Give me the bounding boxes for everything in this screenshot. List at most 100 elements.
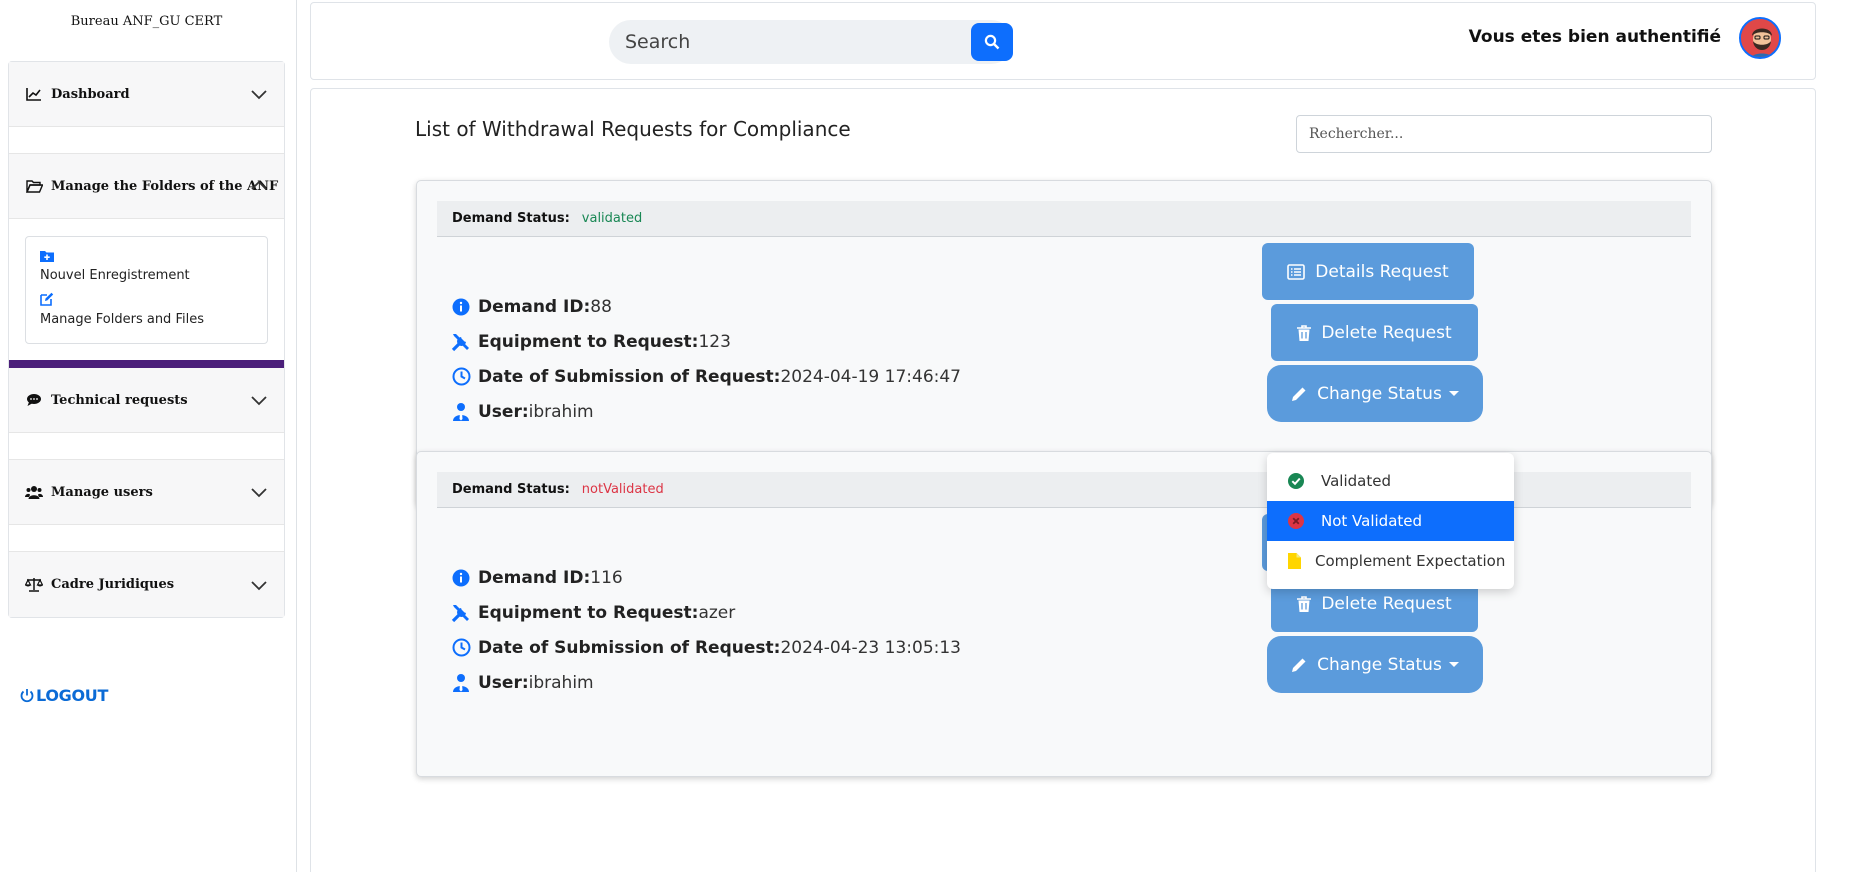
request-card: Demand Status: notValidated Demand ID: 11… <box>416 451 1712 777</box>
request-info: Demand ID: 88 Equipment to Request: 123 Da… <box>451 289 961 429</box>
field-value: 2024-04-23 13:05:13 <box>780 637 961 658</box>
section-divider-bar <box>9 360 284 368</box>
caret-down-icon <box>1448 391 1459 396</box>
field-label: User: <box>478 401 529 422</box>
info-icon <box>451 297 471 317</box>
info-row-date: Date of Submission of Request: 2024-04-23… <box>451 630 961 665</box>
field-label: User: <box>478 672 529 693</box>
info-row-user: User: ibrahim <box>451 394 961 429</box>
sidebar-accordion: Dashboard Manage the Folders of the ANF … <box>8 61 285 618</box>
details-request-button[interactable]: Details Request <box>1262 243 1474 300</box>
sidebar-item-manage-users[interactable]: Manage users <box>9 460 284 525</box>
users-icon <box>25 484 43 500</box>
field-label: Equipment to Request: <box>478 331 699 352</box>
folders-submenu-panel: Nouvel Enregistrement Manage Folders and… <box>9 219 284 360</box>
submenu-item-manage-folders[interactable]: Manage Folders and Files <box>40 291 253 327</box>
chart-line-icon <box>25 86 43 102</box>
x-circle-icon <box>1287 512 1305 530</box>
chevron-down-icon <box>251 396 267 406</box>
field-value: 88 <box>590 296 612 317</box>
search-button[interactable] <box>971 23 1013 61</box>
change-status-button[interactable]: Change Status <box>1267 636 1483 693</box>
submenu-item-new-record[interactable]: Nouvel Enregistrement <box>40 247 253 283</box>
chevron-up-icon <box>251 180 267 190</box>
info-row-id: Demand ID: 116 <box>451 560 961 595</box>
avatar[interactable] <box>1739 17 1781 59</box>
comments-icon <box>25 392 43 408</box>
field-value: azer <box>698 602 736 623</box>
button-label: Delete Request <box>1321 593 1452 614</box>
caret-down-icon <box>1448 662 1459 667</box>
logout-label: LOGOUT <box>36 686 109 705</box>
info-icon <box>451 568 471 588</box>
field-label: Demand ID: <box>478 567 591 588</box>
field-value: 123 <box>698 331 731 352</box>
top-bar: Vous etes bien authentifié <box>310 2 1816 80</box>
folders-submenu: Nouvel Enregistrement Manage Folders and… <box>25 236 268 344</box>
field-label: Date of Submission of Request: <box>478 637 781 658</box>
filter-input[interactable] <box>1296 115 1712 153</box>
file-icon <box>1285 552 1303 570</box>
user-tie-icon <box>451 402 471 422</box>
auth-status-text: Vous etes bien authentifié <box>1468 27 1721 47</box>
button-label: Delete Request <box>1321 322 1452 343</box>
folder-plus-icon <box>40 247 54 262</box>
field-value: 2024-04-19 17:46:47 <box>780 366 961 387</box>
page-title: List of Withdrawal Requests for Complian… <box>415 117 851 141</box>
sidebar-item-label: Technical requests <box>51 392 188 408</box>
info-row-date: Date of Submission of Request: 2024-04-19… <box>451 359 961 394</box>
dropdown-item-label: Not Validated <box>1321 512 1423 530</box>
dropdown-item-complement-expectation[interactable]: Complement Expectation <box>1267 541 1514 581</box>
tools-icon <box>451 332 471 352</box>
submenu-item-label: Manage Folders and Files <box>40 312 204 327</box>
status-badge: validated <box>581 211 643 226</box>
brand-title: Bureau ANF_GU CERT <box>70 14 223 29</box>
sidebar-item-folders[interactable]: Manage the Folders of the ANF <box>9 154 284 219</box>
field-value: 116 <box>590 567 623 588</box>
info-row-user: User: ibrahim <box>451 665 961 700</box>
sidebar-item-dashboard[interactable]: Dashboard <box>9 62 284 127</box>
trash-icon <box>1297 324 1312 341</box>
change-status-button[interactable]: Change Status <box>1267 365 1483 422</box>
info-row-id: Demand ID: 88 <box>451 289 961 324</box>
status-label: Demand Status: <box>452 211 570 226</box>
divider <box>9 525 284 552</box>
request-info: Demand ID: 116 Equipment to Request: azer … <box>451 560 961 700</box>
chevron-down-icon <box>251 580 267 590</box>
folder-open-icon <box>25 178 43 194</box>
field-value: ibrahim <box>528 401 594 422</box>
trash-icon <box>1297 595 1312 612</box>
search-input[interactable] <box>609 20 969 64</box>
card-status-bar: Demand Status: validated <box>437 201 1691 237</box>
status-dropdown-menu: Validated Not Validated Complement Expec… <box>1267 453 1514 589</box>
dropdown-item-label: Complement Expectation <box>1315 552 1506 570</box>
chevron-down-icon <box>251 488 267 498</box>
check-circle-icon <box>1287 472 1305 490</box>
info-row-equipment: Equipment to Request: azer <box>451 595 961 630</box>
sidebar-item-technical-requests[interactable]: Technical requests <box>9 368 284 433</box>
dropdown-item-validated[interactable]: Validated <box>1267 461 1514 501</box>
field-value: ibrahim <box>528 672 594 693</box>
dropdown-item-not-validated[interactable]: Not Validated <box>1267 501 1514 541</box>
edit-icon <box>40 291 54 306</box>
sidebar-item-label: Manage users <box>51 484 153 500</box>
clock-icon <box>451 638 471 658</box>
button-label: Details Request <box>1315 261 1449 282</box>
dropdown-item-label: Validated <box>1321 472 1391 490</box>
sidebar-item-label: Manage the Folders of the ANF <box>51 178 279 194</box>
button-label: Change Status <box>1317 383 1442 404</box>
search-icon <box>984 34 1000 50</box>
sidebar-item-label: Dashboard <box>51 86 130 102</box>
logout-button[interactable]: LOGOUT <box>20 686 108 705</box>
power-icon <box>20 689 34 703</box>
status-label: Demand Status: <box>452 482 570 497</box>
button-label: Change Status <box>1317 654 1442 675</box>
tools-icon <box>451 603 471 623</box>
divider <box>9 127 284 154</box>
delete-request-button[interactable]: Delete Request <box>1271 304 1478 361</box>
pencil-icon <box>1292 658 1306 672</box>
field-label: Date of Submission of Request: <box>478 366 781 387</box>
clock-icon <box>451 367 471 387</box>
sidebar-item-cadre-juridiques[interactable]: Cadre Juridiques <box>9 552 284 617</box>
chevron-down-icon <box>251 90 267 100</box>
